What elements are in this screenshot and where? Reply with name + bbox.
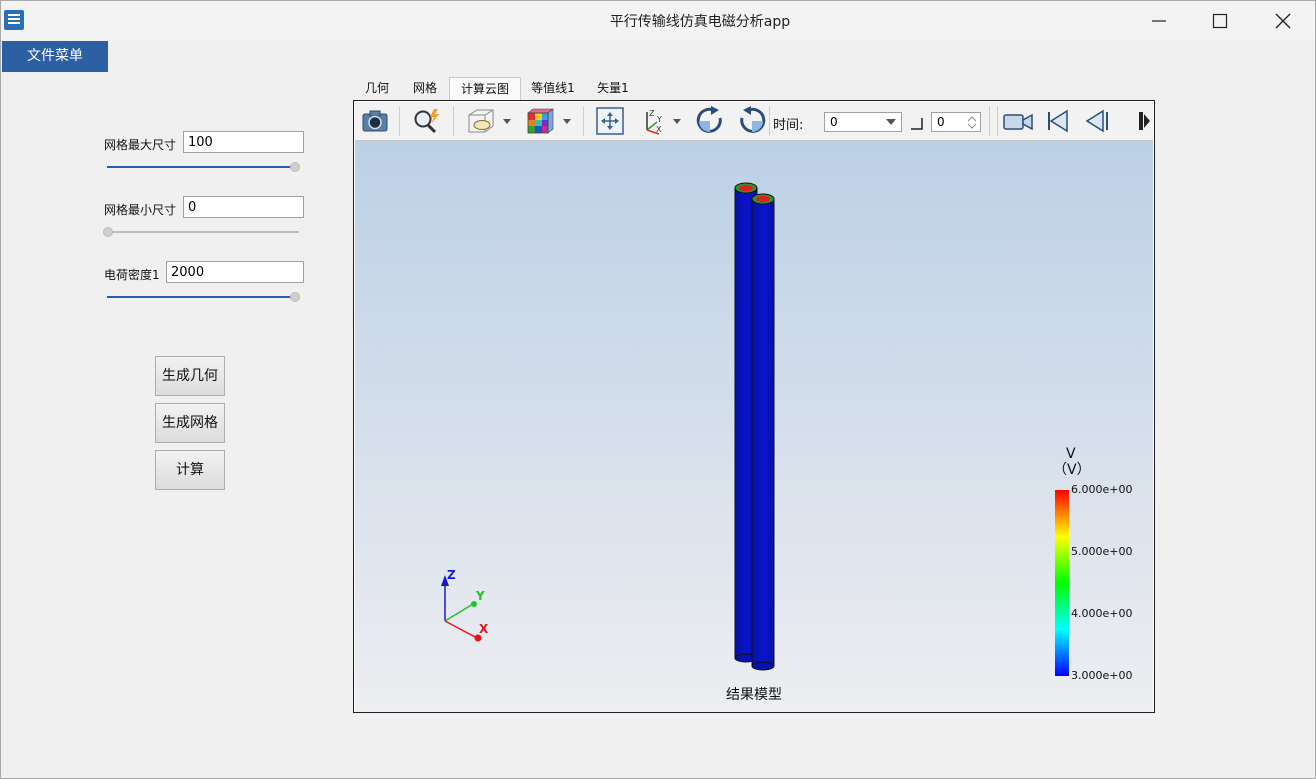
- rotate-cw-icon[interactable]: [695, 106, 725, 136]
- 3d-viewport[interactable]: Z Y X V （V） 6.000e+00 5.000e+00 4.000e+0…: [355, 141, 1153, 712]
- colorbar: [1055, 490, 1069, 676]
- tab-mesh[interactable]: 网格: [403, 77, 447, 100]
- max-mesh-slider[interactable]: [107, 162, 303, 172]
- min-mesh-slider[interactable]: [103, 227, 303, 237]
- min-mesh-label: 网格最小尺寸: [104, 203, 177, 217]
- axis-y-label: Y: [475, 589, 485, 603]
- video-icon[interactable]: [1001, 106, 1035, 136]
- app-window: 平行传输线仿真电磁分析app 文件菜单 网格最大尺寸 网格最小尺寸 电荷密度1 …: [0, 0, 1316, 779]
- frame-spinbox[interactable]: 0: [931, 112, 981, 132]
- charge-density-input[interactable]: [166, 261, 304, 283]
- fit-view-icon[interactable]: [595, 106, 625, 136]
- colorbar-tick-max: 6.000e+00: [1071, 483, 1132, 496]
- axis-x-label: X: [479, 622, 489, 636]
- axes-orientation-icon[interactable]: Z Y X: [637, 106, 685, 136]
- minimize-button[interactable]: [1129, 1, 1189, 39]
- tab-isoline[interactable]: 等值线1: [523, 77, 583, 100]
- build-mesh-button[interactable]: 生成网格: [155, 403, 225, 443]
- zoom-icon[interactable]: [411, 106, 443, 136]
- camera-icon[interactable]: [360, 106, 390, 136]
- spin-arrows-icon: [968, 116, 976, 129]
- colorbar-tick-min: 3.000e+00: [1071, 669, 1132, 682]
- svg-text:Y: Y: [656, 115, 662, 124]
- colormap-icon[interactable]: [525, 106, 573, 136]
- tab-result-contour[interactable]: 计算云图: [449, 77, 521, 101]
- file-menu-button[interactable]: 文件菜单: [2, 41, 108, 72]
- tab-geometry[interactable]: 几何: [356, 77, 398, 100]
- close-icon: [1275, 13, 1291, 29]
- chevron-down-icon: [886, 119, 896, 125]
- axis-z-label: Z: [447, 568, 456, 582]
- svg-text:Z: Z: [649, 109, 655, 118]
- rotate-ccw-icon[interactable]: [737, 106, 767, 136]
- time-label: 时间:: [773, 118, 804, 133]
- viewer-panel: Z Y X 时间: 0 0 Z Y X V （V） 6.000e+00 5.00…: [353, 100, 1155, 713]
- max-mesh-input[interactable]: [183, 131, 304, 153]
- minimize-icon: [1152, 20, 1166, 22]
- conductor-right: [751, 193, 775, 671]
- colorbar-quantity: V: [1066, 446, 1076, 462]
- axes-triad: Z Y X: [441, 568, 489, 642]
- frame-step-icon: [911, 118, 923, 130]
- maximize-icon: [1212, 13, 1228, 29]
- next-frame-icon[interactable]: [1137, 106, 1153, 136]
- max-mesh-label: 网格最大尺寸: [104, 138, 177, 152]
- viewer-toolbar: Z Y X 时间: 0 0: [355, 102, 1153, 141]
- prev-frame-icon[interactable]: [1083, 106, 1113, 136]
- viewport-caption: 结果模型: [726, 687, 782, 703]
- build-geometry-button[interactable]: 生成几何: [155, 356, 225, 396]
- colorbar-tick-3: 4.000e+00: [1071, 607, 1132, 620]
- menu-bar: 文件菜单: [1, 39, 1315, 73]
- visibility-icon[interactable]: [465, 106, 513, 136]
- colorbar-tick-2: 5.000e+00: [1071, 545, 1132, 558]
- min-mesh-input[interactable]: [183, 196, 304, 218]
- compute-button[interactable]: 计算: [155, 450, 225, 490]
- maximize-button[interactable]: [1190, 1, 1250, 39]
- close-button[interactable]: [1253, 1, 1313, 39]
- charge-density-slider[interactable]: [107, 292, 303, 302]
- frame-spinbox-value: 0: [937, 115, 945, 129]
- colorbar-unit: （V）: [1053, 462, 1091, 478]
- title-bar: 平行传输线仿真电磁分析app: [1, 1, 1315, 39]
- model-render: Z Y X V （V） 6.000e+00 5.000e+00 4.000e+0…: [441, 182, 1132, 703]
- first-frame-icon[interactable]: [1043, 106, 1073, 136]
- time-select-value: 0: [830, 115, 838, 129]
- svg-text:X: X: [656, 125, 662, 134]
- charge-density-label: 电荷密度1: [104, 268, 160, 282]
- window-title: 平行传输线仿真电磁分析app: [609, 14, 791, 30]
- tab-vector[interactable]: 矢量1: [589, 77, 637, 100]
- time-select[interactable]: 0: [824, 112, 902, 132]
